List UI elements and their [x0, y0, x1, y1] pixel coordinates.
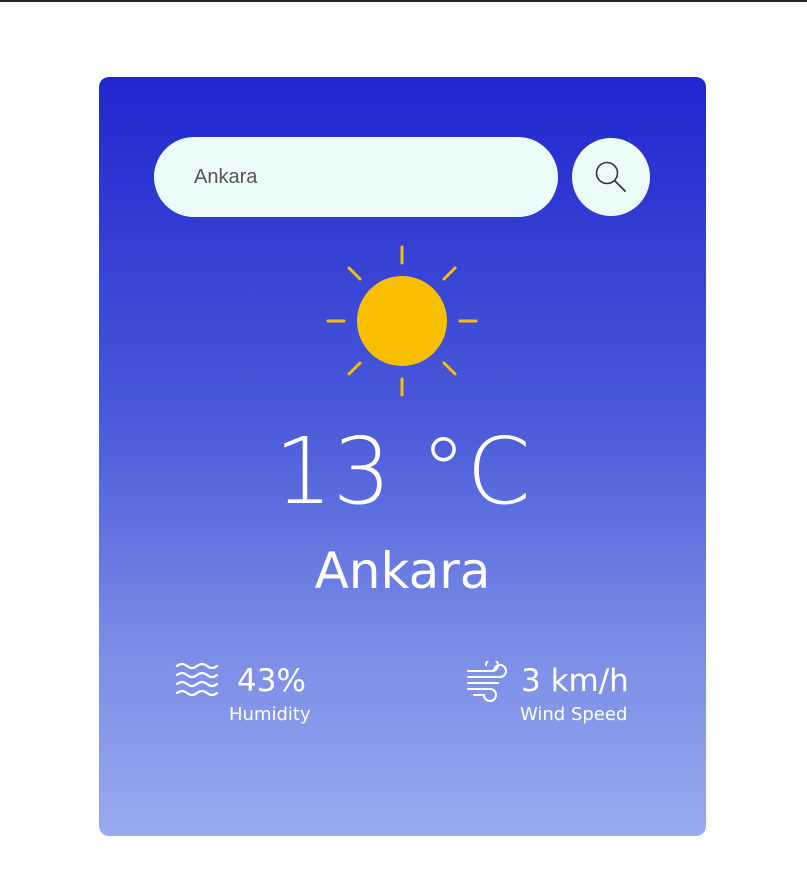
sun-icon [326, 245, 478, 397]
humidity-stat: 43% Humidity [175, 659, 335, 729]
weather-card: 13 °C Ankara 43% Humidity 3 km/h Wind Sp… [99, 77, 706, 836]
wind-value: 3 km/h [521, 663, 629, 699]
search-icon [595, 161, 626, 192]
top-border [0, 0, 807, 2]
humidity-label: Humidity [229, 704, 311, 725]
temperature: 13 °C [274, 418, 531, 525]
humidity-value: 43% [237, 663, 306, 699]
wind-icon [467, 661, 507, 702]
search-input[interactable] [154, 137, 558, 217]
wind-label: Wind Speed [520, 704, 628, 725]
search-bar [154, 137, 650, 217]
humidity-icon [175, 662, 219, 697]
city-name: Ankara [314, 542, 491, 600]
wind-stat: 3 km/h Wind Speed [466, 659, 646, 729]
search-button[interactable] [572, 138, 650, 216]
